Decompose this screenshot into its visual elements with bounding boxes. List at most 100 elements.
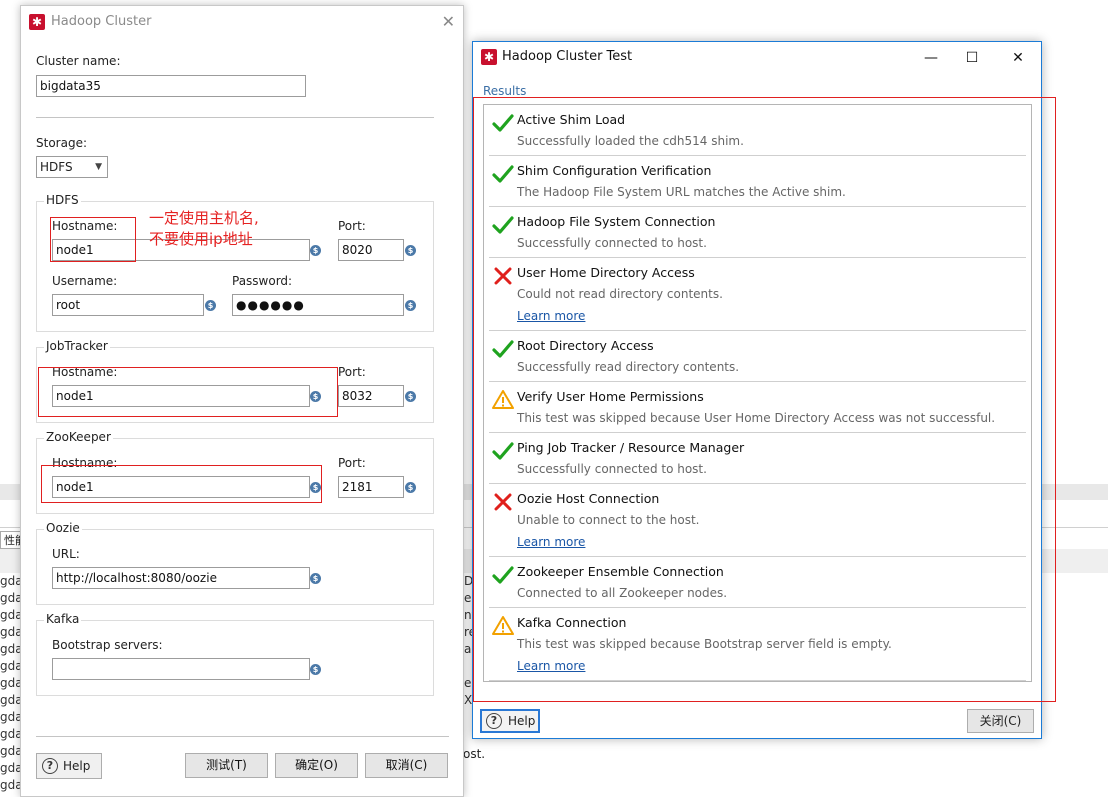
pentaho-app-icon: ✱ <box>481 49 497 65</box>
background-row-text: gda <box>0 727 22 741</box>
hdfs-port-input[interactable]: 8020 <box>338 239 404 261</box>
storage-select-value: HDFS <box>40 160 73 174</box>
background-row-text: gda <box>0 676 22 690</box>
highlight-box-hdfs-hostname <box>50 217 136 262</box>
warning-icon <box>491 388 515 412</box>
result-description: Connected to all Zookeeper nodes. <box>517 586 728 600</box>
cluster-name-label: Cluster name: <box>36 54 121 68</box>
error-x-icon <box>491 264 515 288</box>
result-description: The Hadoop File System URL matches the A… <box>517 185 846 199</box>
oozie-url-input[interactable]: http://localhost:8080/oozie <box>52 567 310 589</box>
hadoop-cluster-dialog: ✱ Hadoop Cluster ✕ Cluster name: bigdata… <box>20 5 464 797</box>
cancel-button[interactable]: 取消(C) <box>365 753 448 778</box>
background-row-text: gda <box>0 625 22 639</box>
zookeeper-group-title: ZooKeeper <box>44 430 113 444</box>
result-title: Root Directory Access <box>517 338 654 353</box>
hadoop-cluster-test-dialog: ✱ Hadoop Cluster Test — ☐ ✕ Results Acti… <box>472 41 1056 739</box>
dialog-titlebar: ✱ Hadoop Cluster ✕ <box>21 6 463 38</box>
variable-icon[interactable]: $ <box>310 573 321 584</box>
result-row: Verify User Home Permissions This test wa… <box>489 382 1026 433</box>
result-row: Shim Configuration Verification The Hadoo… <box>489 156 1026 207</box>
check-icon <box>491 111 515 135</box>
separator <box>36 117 434 118</box>
variable-icon[interactable]: $ <box>310 245 321 256</box>
learn-more-link[interactable]: Learn more <box>517 309 585 323</box>
help-button-label: Help <box>63 759 91 773</box>
result-title: Shim Configuration Verification <box>517 163 712 178</box>
check-icon <box>491 162 515 186</box>
hdfs-password-input[interactable]: ●●●●●● <box>232 294 404 316</box>
variable-icon[interactable]: $ <box>205 300 216 311</box>
oozie-url-label: URL: <box>52 547 80 561</box>
zookeeper-port-input[interactable]: 2181 <box>338 476 404 498</box>
result-title: User Home Directory Access <box>517 265 695 280</box>
results-panel: Active Shim Load Successfully loaded the … <box>483 104 1032 682</box>
cluster-name-input[interactable]: bigdata35 <box>36 75 306 97</box>
help-button[interactable]: ? Help <box>36 753 102 779</box>
error-x-icon <box>491 490 515 514</box>
results-label: Results <box>483 84 527 98</box>
warning-icon <box>491 614 515 638</box>
kafka-group-title: Kafka <box>44 612 82 626</box>
result-title: Oozie Host Connection <box>517 491 660 506</box>
hdfs-group-title: HDFS <box>44 193 81 207</box>
close-icon[interactable]: ✕ <box>1003 47 1033 69</box>
kafka-bootstrap-input[interactable] <box>52 658 310 680</box>
result-description: This test was skipped because Bootstrap … <box>517 637 892 651</box>
close-icon[interactable]: ✕ <box>442 12 455 31</box>
separator <box>36 736 449 737</box>
test-dialog-title: Hadoop Cluster Test <box>502 49 633 64</box>
result-description: Successfully read directory contents. <box>517 360 740 374</box>
highlight-box-jobtracker <box>38 367 338 417</box>
storage-label: Storage: <box>36 136 87 150</box>
check-icon <box>491 213 515 237</box>
background-left-column: gda gda gda gda gda gda gda gda gda gda gda gda gda <box>0 574 22 795</box>
result-description: Successfully connected to host. <box>517 462 707 476</box>
variable-icon[interactable]: $ <box>405 391 416 402</box>
pentaho-app-icon: ✱ <box>29 14 45 30</box>
learn-more-link[interactable]: Learn more <box>517 535 585 549</box>
background-row-text <box>464 761 474 778</box>
background-row-text: gda <box>0 744 22 758</box>
chevron-down-icon: ▼ <box>95 162 102 172</box>
result-description: Could not read directory contents. <box>517 287 723 301</box>
annotation-line-2: 不要使用ip地址 <box>149 230 253 248</box>
variable-icon[interactable]: $ <box>310 664 321 675</box>
result-row: Hadoop File System Connection Successfull… <box>489 207 1026 258</box>
result-description: Successfully loaded the cdh514 shim. <box>517 134 744 148</box>
jobtracker-port-label: Port: <box>338 365 366 379</box>
background-row-text: gda <box>0 574 22 588</box>
hdfs-port-label: Port: <box>338 219 366 233</box>
background-row-text: gda <box>0 693 22 707</box>
maximize-icon[interactable]: ☐ <box>957 47 987 69</box>
background-row-text: gda <box>0 659 22 673</box>
highlight-box-zookeeper <box>41 465 322 503</box>
variable-icon[interactable]: $ <box>405 300 416 311</box>
variable-icon[interactable]: $ <box>405 482 416 493</box>
check-icon <box>491 439 515 463</box>
dialog-title: Hadoop Cluster <box>51 14 152 29</box>
help-icon: ? <box>42 758 58 774</box>
hdfs-username-label: Username: <box>52 274 118 288</box>
result-title: Active Shim Load <box>517 112 626 127</box>
annotation-line-1: 一定使用主机名, <box>149 209 259 227</box>
result-row: Oozie Host Connection Unable to connect t… <box>489 484 1026 557</box>
test-button[interactable]: 测试(T) <box>185 753 268 778</box>
variable-icon[interactable]: $ <box>405 245 416 256</box>
ok-button[interactable]: 确定(O) <box>275 753 358 778</box>
help-button[interactable]: ? Help <box>480 709 540 733</box>
hdfs-password-label: Password: <box>232 274 293 288</box>
background-row-text: gda <box>0 591 22 605</box>
background-tab[interactable]: 性能 <box>0 531 22 549</box>
jobtracker-port-input[interactable]: 8032 <box>338 385 404 407</box>
storage-select[interactable]: HDFS ▼ <box>36 156 108 178</box>
close-button[interactable]: 关闭(C) <box>967 709 1034 733</box>
result-title: Hadoop File System Connection <box>517 214 716 229</box>
oozie-group-title: Oozie <box>44 521 82 535</box>
result-row: Root Directory Access Successfully read d… <box>489 331 1026 382</box>
learn-more-link[interactable]: Learn more <box>517 659 585 673</box>
check-icon <box>491 563 515 587</box>
minimize-icon[interactable]: — <box>916 47 946 69</box>
background-row-text: gda <box>0 642 22 656</box>
hdfs-username-input[interactable]: root <box>52 294 204 316</box>
